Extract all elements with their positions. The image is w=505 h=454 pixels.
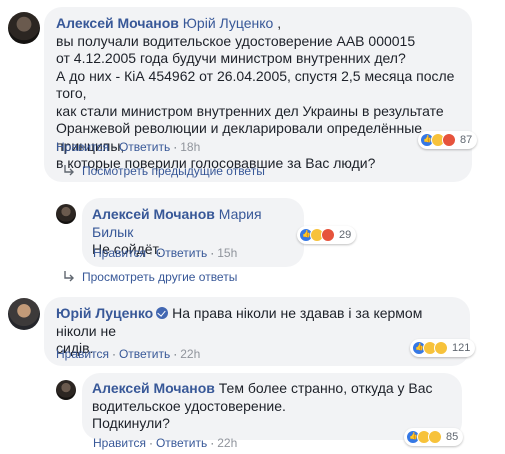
avatar[interactable] — [56, 380, 76, 400]
verified-badge-icon — [156, 307, 169, 319]
comment-author[interactable]: Алексей Мочанов — [92, 206, 215, 222]
like-button[interactable]: Нравится — [93, 246, 146, 260]
comment-mention[interactable]: Юрій Луценко — [183, 15, 274, 31]
wow-icon — [428, 430, 442, 444]
reaction-count: 87 — [460, 134, 473, 146]
like-button[interactable]: Нравится — [93, 436, 146, 450]
reaction-summary[interactable]: 87 — [418, 131, 478, 149]
comment-timestamp[interactable]: 15h — [217, 246, 237, 260]
like-button[interactable]: Нравится — [56, 140, 109, 154]
reply-button[interactable]: Ответить — [119, 140, 170, 154]
reply-arrow-icon — [64, 271, 74, 282]
reaction-count: 29 — [339, 229, 352, 241]
view-other-replies-link[interactable]: Просмотреть другие ответы — [62, 270, 237, 284]
comment-bubble: Алексей Мочанов Юрій Луценко , вы получа… — [44, 7, 472, 182]
reaction-summary[interactable]: 85 — [404, 428, 464, 446]
view-previous-replies-link[interactable]: Посмотреть предыдущие ответы — [62, 164, 265, 178]
mention-suffix: , — [273, 15, 282, 31]
reaction-summary[interactable]: 29 — [297, 226, 357, 244]
reaction-count: 121 — [452, 342, 471, 354]
comment-author[interactable]: Алексей Мочанов — [92, 380, 215, 396]
comment-timestamp[interactable]: 22h — [217, 436, 237, 450]
comment-text-line: от 4.12.2005 года будучи министром внутр… — [56, 50, 406, 66]
avatar[interactable] — [8, 298, 40, 330]
comment-author[interactable]: Алексей Мочанов — [56, 15, 179, 31]
comment-timestamp[interactable]: 18h — [180, 140, 200, 154]
avatar[interactable] — [8, 12, 40, 44]
comment-actions: Нравится · Ответить · 18h — [56, 140, 201, 154]
reaction-summary[interactable]: 121 — [410, 339, 476, 357]
comment-author[interactable]: Юрій Луценко — [56, 305, 153, 321]
comment-actions: Нравится · Ответить · 22h — [56, 347, 201, 361]
reply-arrow-icon — [64, 165, 74, 176]
comment-text-line: как стали министром внутренних дел Украи… — [56, 102, 444, 119]
comment-actions: Нравится · Ответить · 22h — [93, 436, 238, 450]
comment-text-line: Тем более странно, откуда у Вас — [218, 380, 433, 396]
reply-button[interactable]: Ответить — [156, 246, 207, 260]
comment-actions: Нравится · Ответить · 15h — [93, 246, 238, 260]
wow-icon — [434, 341, 448, 355]
view-previous-replies-label[interactable]: Посмотреть предыдущие ответы — [82, 164, 265, 178]
comment-text-line: вы получали водительское удостоверение А… — [56, 32, 416, 49]
angry-icon — [442, 133, 456, 147]
avatar[interactable] — [56, 204, 76, 224]
comment-text-line: Подкинули? — [92, 415, 170, 431]
comment-text-line: А до них - КіА 454962 от 26.04.2005, спу… — [56, 67, 455, 102]
view-other-replies-label[interactable]: Просмотреть другие ответы — [82, 270, 237, 284]
angry-icon — [321, 228, 335, 242]
reply-button[interactable]: Ответить — [119, 347, 170, 361]
like-button[interactable]: Нравится — [56, 347, 109, 361]
comment-timestamp[interactable]: 22h — [180, 347, 200, 361]
comment-text-line: водительское удостоверение. — [92, 397, 286, 414]
reaction-count: 85 — [446, 431, 459, 443]
reply-button[interactable]: Ответить — [156, 436, 207, 450]
